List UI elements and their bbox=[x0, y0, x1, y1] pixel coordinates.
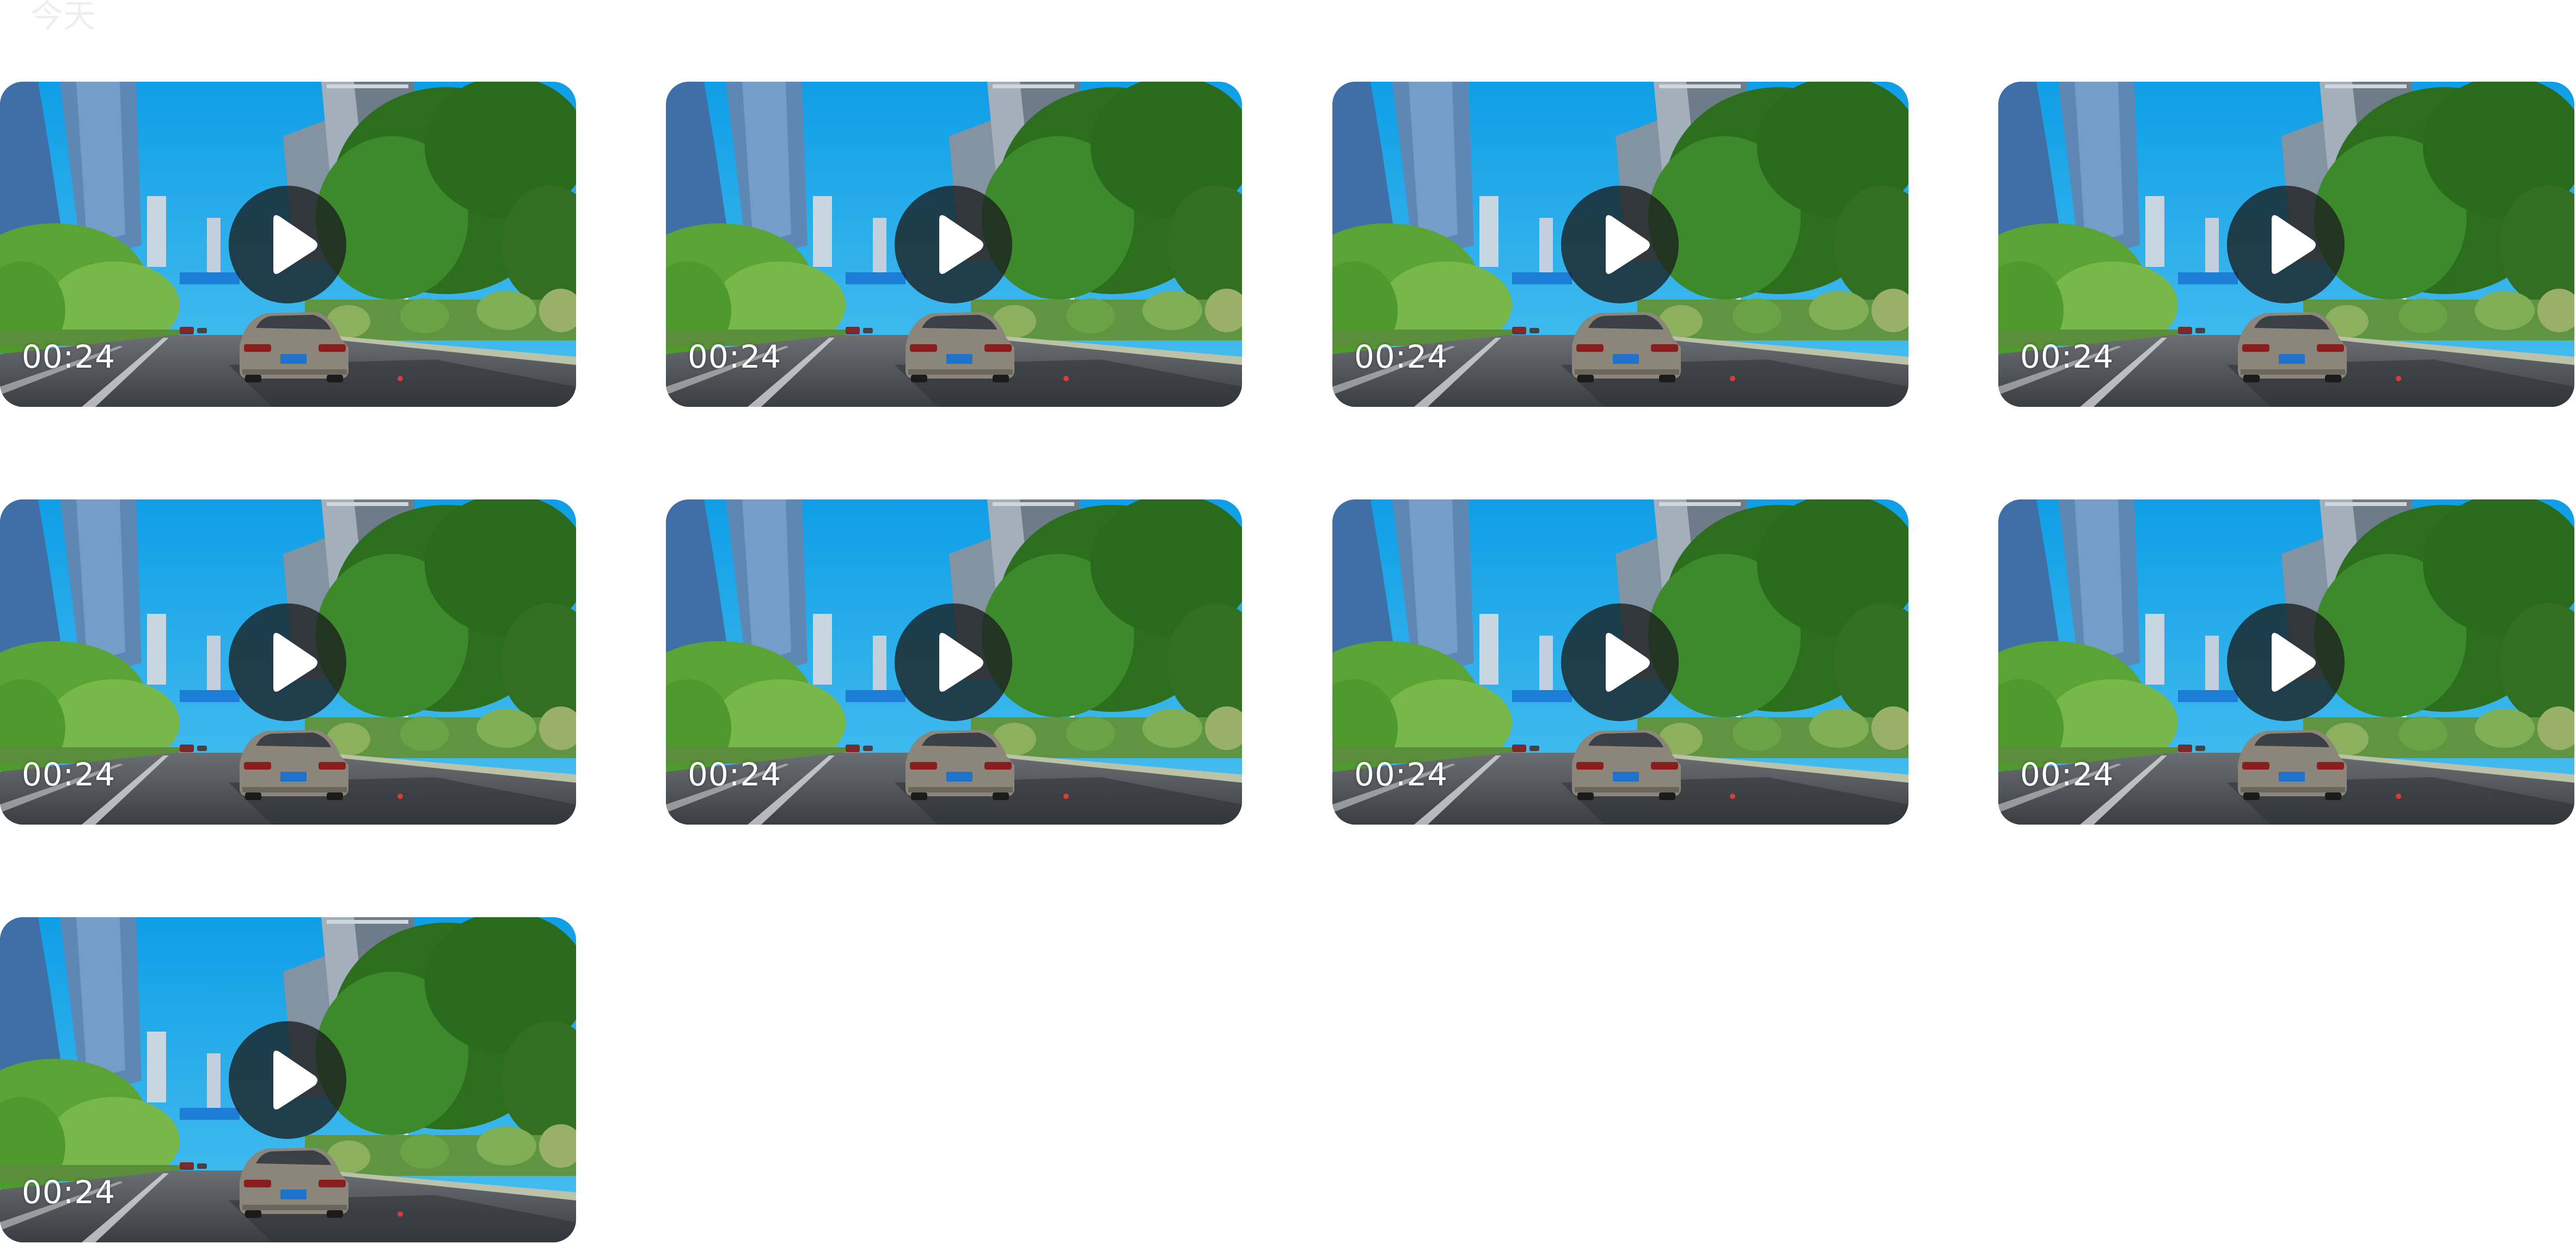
video-duration: 00:24 bbox=[22, 756, 116, 793]
section-title: 今天 bbox=[30, 0, 96, 35]
video-thumbnail[interactable]: 00:24 bbox=[1332, 82, 1908, 407]
play-button[interactable] bbox=[1561, 603, 1679, 721]
video-thumbnail[interactable]: 00:24 bbox=[0, 82, 576, 407]
play-button[interactable] bbox=[895, 603, 1012, 721]
play-icon bbox=[939, 633, 983, 692]
play-icon bbox=[939, 215, 983, 274]
video-duration: 00:24 bbox=[1354, 756, 1448, 793]
play-button[interactable] bbox=[229, 603, 346, 721]
video-duration: 00:24 bbox=[22, 1174, 116, 1211]
video-thumbnail[interactable]: 00:24 bbox=[0, 499, 576, 825]
video-duration: 00:24 bbox=[688, 756, 782, 793]
play-icon bbox=[2272, 633, 2316, 692]
play-icon bbox=[1606, 215, 1650, 274]
play-button[interactable] bbox=[1561, 186, 1679, 303]
video-thumbnail[interactable]: 00:24 bbox=[1998, 499, 2574, 825]
play-button[interactable] bbox=[2227, 186, 2345, 303]
video-duration: 00:24 bbox=[688, 338, 782, 375]
play-button[interactable] bbox=[2227, 603, 2345, 721]
play-icon bbox=[273, 215, 317, 274]
video-duration: 00:24 bbox=[2020, 756, 2114, 793]
play-button[interactable] bbox=[229, 186, 346, 303]
play-button[interactable] bbox=[229, 1021, 346, 1139]
play-icon bbox=[1606, 633, 1650, 692]
video-duration: 00:24 bbox=[2020, 338, 2114, 375]
video-thumbnail[interactable]: 00:24 bbox=[666, 82, 1242, 407]
play-button[interactable] bbox=[895, 186, 1012, 303]
play-icon bbox=[273, 1051, 317, 1109]
video-duration: 00:24 bbox=[1354, 338, 1448, 375]
video-thumbnail[interactable]: 00:24 bbox=[666, 499, 1242, 825]
play-icon bbox=[273, 633, 317, 692]
video-thumbnail[interactable]: 00:24 bbox=[1332, 499, 1908, 825]
video-duration: 00:24 bbox=[22, 338, 116, 375]
video-thumbnail[interactable]: 00:24 bbox=[0, 917, 576, 1242]
play-icon bbox=[2272, 215, 2316, 274]
video-thumbnail[interactable]: 00:24 bbox=[1998, 82, 2574, 407]
